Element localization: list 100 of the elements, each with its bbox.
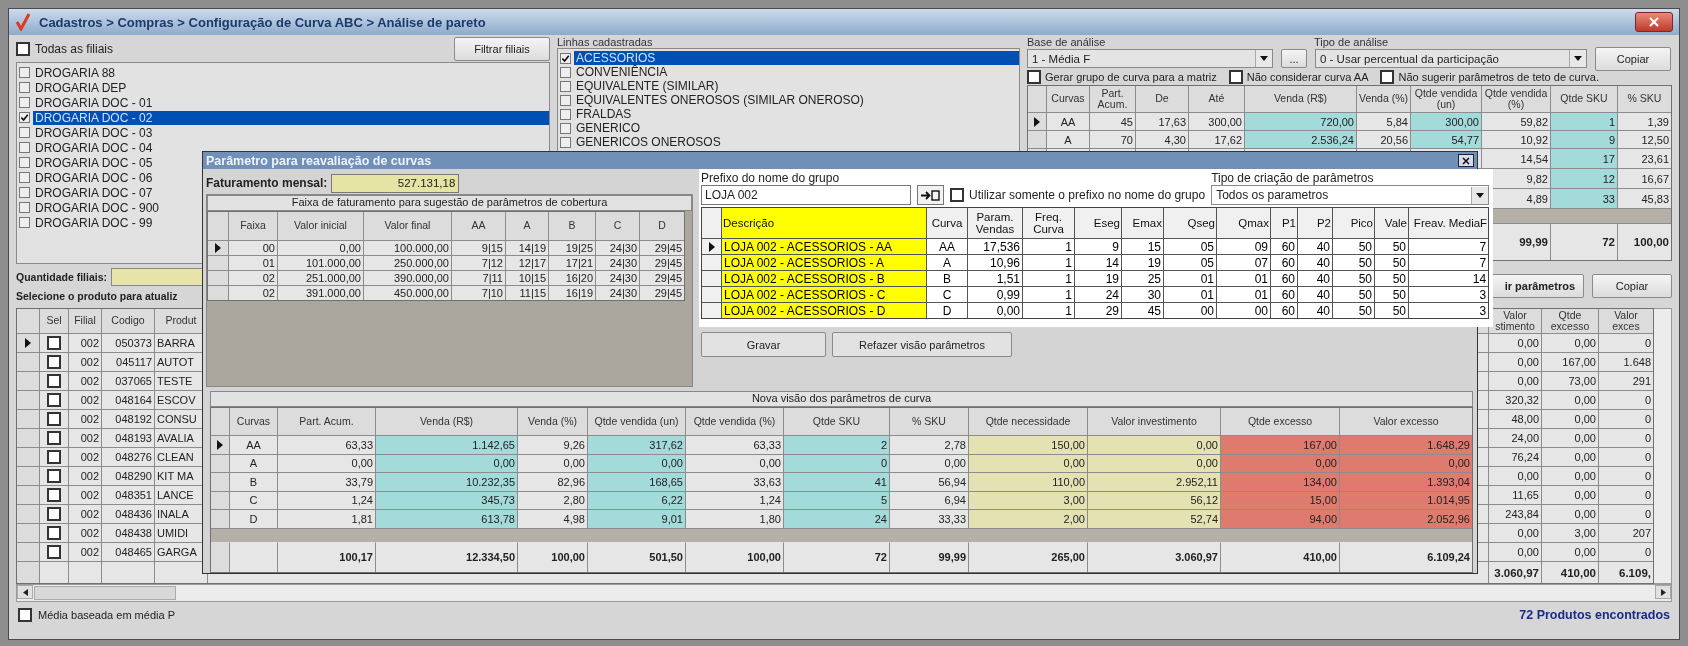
column-header[interactable]: Vale (1375, 208, 1408, 238)
column-header[interactable]: Freav. MediaF (1409, 208, 1489, 238)
column-header[interactable]: Venda (R$) (376, 408, 517, 435)
list-item[interactable]: DROGARIA DOC - 02 (33, 110, 549, 125)
list-item[interactable]: DROGARIA DOC - 03 (33, 125, 549, 140)
column-header[interactable]: % SKU (890, 408, 968, 435)
column-header[interactable]: Curvas (1047, 86, 1089, 112)
checkbox[interactable] (47, 412, 61, 426)
column-header[interactable]: D (640, 212, 684, 240)
redo-button[interactable]: Refazer visão parâmetros (832, 332, 1012, 357)
column-header[interactable]: Valor inicial (278, 212, 363, 240)
list-item[interactable]: ACESSORIOS (574, 51, 1019, 65)
prefix-field[interactable]: LOJA 002 (701, 185, 911, 205)
creation-type-dropdown[interactable]: Todos os parametros (1211, 185, 1490, 205)
list-item[interactable]: FRALDAS (574, 107, 1019, 121)
column-header[interactable]: Qtde vendida (un) (588, 408, 685, 435)
analysis-type-dropdown[interactable]: 0 - Usar percentual da participação (1315, 49, 1587, 68)
column-header[interactable]: Valor stimento (1489, 309, 1541, 333)
column-header[interactable]: Qseg (1164, 208, 1216, 238)
column-header[interactable]: Venda (%) (1357, 86, 1410, 112)
column-header[interactable]: P1 (1271, 208, 1297, 238)
copy-button[interactable]: Copiar (1592, 274, 1672, 298)
checkbox[interactable] (560, 52, 571, 64)
column-header[interactable]: Valor final (364, 212, 451, 240)
column-header[interactable]: Venda (%) (518, 408, 587, 435)
checkbox[interactable] (19, 187, 30, 198)
column-header[interactable]: Valor investimento (1088, 408, 1220, 435)
horizontal-scrollbar[interactable] (16, 584, 1672, 602)
row-header[interactable] (17, 334, 39, 352)
column-header[interactable]: Descrição (722, 208, 926, 238)
checkbox[interactable] (47, 393, 61, 407)
checkbox[interactable] (19, 112, 30, 123)
checkbox[interactable] (560, 122, 571, 134)
checkbox[interactable] (1027, 69, 1041, 84)
column-header[interactable]: C (596, 212, 639, 240)
column-header[interactable]: Qtde vendida (%) (1482, 86, 1550, 112)
checkbox[interactable] (47, 526, 61, 540)
checkbox[interactable] (19, 202, 30, 213)
list-item[interactable]: EQUIVALENTES ONEROSOS (SIMILAR ONEROSO) (574, 93, 1019, 107)
column-header[interactable]: B (549, 212, 595, 240)
column-header[interactable]: Curvas (230, 408, 277, 435)
row-header[interactable] (702, 239, 721, 254)
checkbox[interactable] (950, 188, 964, 202)
checkbox[interactable] (560, 80, 571, 92)
more-button[interactable]: ... (1281, 49, 1307, 68)
checkbox[interactable] (47, 469, 61, 483)
column-header[interactable]: P2 (1298, 208, 1332, 238)
column-header[interactable]: Qtde SKU (1551, 86, 1617, 112)
column-header[interactable]: Freq. Curva (1023, 208, 1074, 238)
column-header[interactable]: Param. Vendas (968, 208, 1022, 238)
checkbox[interactable] (16, 42, 30, 56)
row-header[interactable] (211, 436, 229, 454)
list-item[interactable]: DROGARIA DOC - 01 (33, 95, 549, 110)
column-header[interactable]: Part. Acum. (278, 408, 375, 435)
checkbox[interactable] (47, 374, 61, 388)
copy-button[interactable]: Copiar (1595, 46, 1671, 71)
checkbox[interactable] (560, 66, 571, 78)
close-button[interactable] (1458, 154, 1474, 167)
column-header[interactable]: Filial (69, 309, 101, 333)
column-header[interactable]: Até (1189, 86, 1244, 112)
checkbox[interactable] (560, 94, 571, 106)
column-header[interactable]: Venda (R$) (1245, 86, 1356, 112)
checkbox[interactable] (19, 82, 30, 93)
column-header[interactable]: Faixa (229, 212, 277, 240)
vertical-scrollbar[interactable] (1654, 308, 1672, 584)
column-header[interactable]: Qtde necessidade (969, 408, 1087, 435)
list-item[interactable]: DROGARIA DEP (33, 80, 549, 95)
checkbox[interactable] (560, 136, 571, 148)
filter-button[interactable]: Filtrar filiais (454, 37, 550, 61)
checkbox[interactable] (19, 217, 30, 228)
apply-prefix-button[interactable] (917, 185, 944, 205)
column-header[interactable]: Sel (40, 309, 68, 333)
list-item[interactable]: GENERICOS ONEROSOS (574, 135, 1019, 149)
checkbox[interactable] (47, 488, 61, 502)
column-header[interactable]: Qtde vendida (%) (686, 408, 783, 435)
checkbox[interactable] (47, 336, 61, 350)
checkbox[interactable] (47, 507, 61, 521)
list-item[interactable]: EQUIVALENTE (SIMILAR) (574, 79, 1019, 93)
checkbox[interactable] (47, 450, 61, 464)
list-item[interactable]: DROGARIA DOC - 04 (33, 140, 549, 155)
column-header[interactable]: Pico (1333, 208, 1374, 238)
checkbox[interactable] (18, 608, 32, 622)
close-button[interactable] (1635, 12, 1673, 32)
column-header[interactable]: De (1136, 86, 1188, 112)
column-header[interactable]: Valor exces (1599, 309, 1653, 333)
row-header[interactable] (208, 241, 228, 255)
column-header[interactable]: Codigo (102, 309, 154, 333)
column-header[interactable]: Emax (1122, 208, 1163, 238)
checkbox[interactable] (560, 108, 571, 120)
column-header[interactable]: % SKU (1618, 86, 1671, 112)
column-header[interactable]: Qtde excesso (1542, 309, 1598, 333)
save-button[interactable]: Gravar (701, 332, 826, 357)
column-header[interactable]: AA (452, 212, 505, 240)
list-item[interactable]: GENERICO (574, 121, 1019, 135)
analysis-base-dropdown[interactable]: 1 - Média F (1027, 49, 1273, 68)
checkbox[interactable] (19, 157, 30, 168)
checkbox[interactable] (19, 67, 30, 78)
column-header[interactable]: Eseg (1075, 208, 1121, 238)
column-header[interactable]: Curva (927, 208, 967, 238)
checkbox[interactable] (19, 97, 30, 108)
